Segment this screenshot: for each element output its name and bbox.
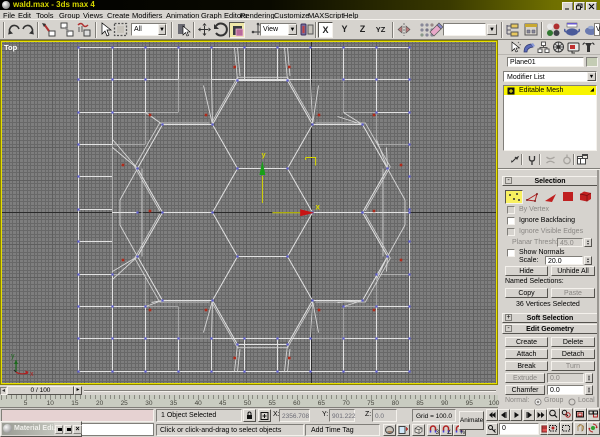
svg-text:x: x — [316, 203, 321, 212]
svg-text:y: y — [11, 353, 15, 360]
svg-text:x: x — [30, 371, 34, 378]
